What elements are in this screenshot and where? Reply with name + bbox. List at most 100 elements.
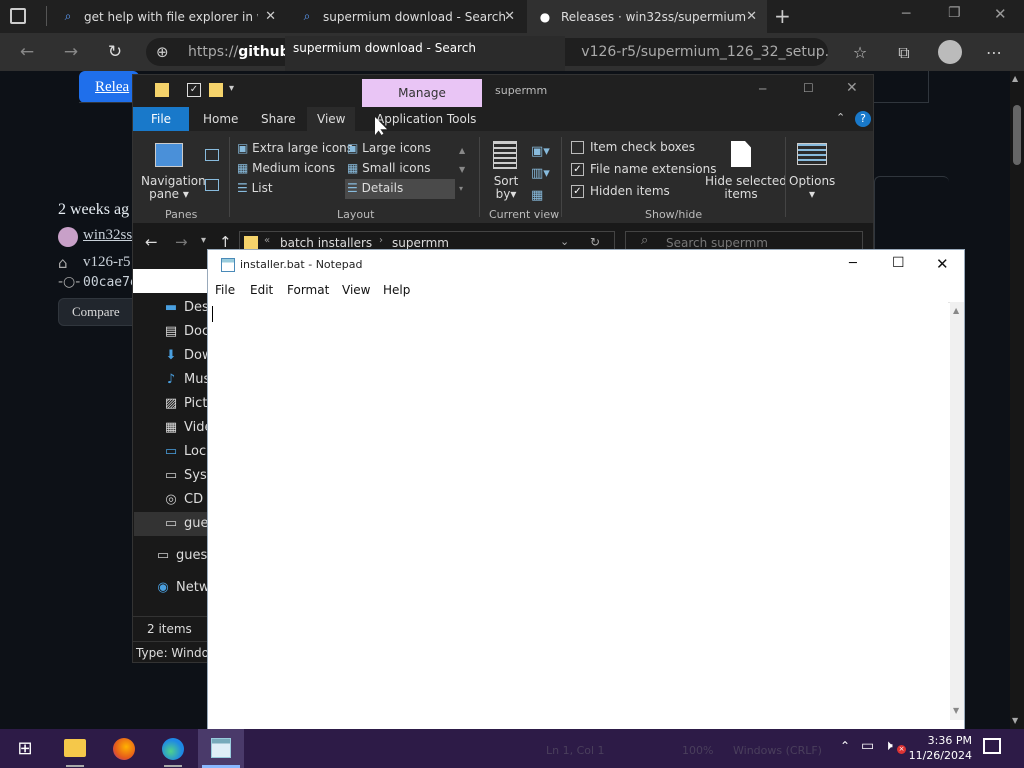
restore-icon[interactable]: ❐: [948, 5, 961, 21]
scroll-down-icon[interactable]: ▼: [953, 706, 959, 715]
back-icon[interactable]: ←: [145, 233, 158, 251]
breadcrumb-batch-installers[interactable]: batch installers: [280, 236, 372, 250]
layout-extra-large-icons[interactable]: ▣ Extra large icons: [237, 141, 353, 155]
layout-details[interactable]: ☰ Details: [345, 179, 455, 199]
maximize-icon[interactable]: ☐: [892, 255, 905, 271]
forward-icon[interactable]: →: [175, 233, 188, 251]
page-scrollbar-thumb[interactable]: [1013, 105, 1021, 165]
close-icon[interactable]: ✕: [265, 9, 276, 24]
properties-icon[interactable]: ✓: [187, 83, 201, 97]
tab-view[interactable]: View: [307, 107, 356, 131]
network-status-icon[interactable]: ▭: [861, 738, 874, 754]
compare-button[interactable]: Compare: [58, 298, 138, 326]
back-icon[interactable]: ←: [16, 41, 38, 63]
scroll-up-icon[interactable]: ▲: [953, 306, 959, 315]
group-by-icon[interactable]: ▣▾ ▥▾ ▦: [531, 141, 550, 207]
sidebar-item-guest[interactable]: ▭ guest: [155, 544, 213, 568]
page-scrollbar[interactable]: [1010, 71, 1024, 729]
close-icon[interactable]: ✕: [936, 255, 949, 273]
edge-taskbar-icon[interactable]: [162, 738, 184, 760]
menu-help[interactable]: Help: [383, 283, 410, 297]
show-hidden-icons-icon[interactable]: ⌃: [840, 739, 850, 753]
close-window-icon[interactable]: ✕: [994, 5, 1007, 23]
preview-pane-icon[interactable]: [205, 149, 219, 161]
menu-edit[interactable]: Edit: [250, 283, 273, 297]
sidebar-item-local-disk[interactable]: ▭ Loc: [163, 440, 206, 464]
manage-tab[interactable]: Manage: [362, 79, 482, 107]
commit-link[interactable]: 00cae7e: [83, 275, 138, 290]
tab-releases[interactable]: ● Releases · win32ss/supermium ✕: [527, 0, 767, 33]
address-dropdown-icon[interactable]: ⌄: [560, 235, 569, 248]
layout-list[interactable]: ☰ List: [237, 181, 273, 195]
tag-link[interactable]: v126-r5: [83, 254, 131, 271]
firefox-taskbar-icon[interactable]: [113, 738, 135, 760]
sidebar-item-system[interactable]: ▭ Sys: [163, 464, 207, 488]
file-explorer-taskbar-icon[interactable]: [64, 739, 86, 757]
favorites-icon[interactable]: ☆: [848, 41, 872, 65]
tab-supermium-search[interactable]: ⌕ supermium download - Search ✕: [289, 0, 525, 33]
close-icon[interactable]: ✕: [746, 9, 757, 24]
tab-home[interactable]: Home: [193, 107, 248, 131]
sidebar-item-pictures[interactable]: ▨ Pict: [163, 392, 208, 416]
breadcrumb-supermm[interactable]: supermm: [392, 236, 449, 250]
minimize-icon[interactable]: ─: [759, 82, 766, 96]
sidebar-item-cd-drive[interactable]: ◎ CD: [163, 488, 203, 512]
details-pane-icon[interactable]: [205, 179, 219, 191]
notifications-icon[interactable]: [983, 738, 1001, 754]
collections-icon[interactable]: ⧉: [892, 41, 916, 65]
volume-muted-icon[interactable]: 🕨: [884, 738, 893, 754]
profile-avatar[interactable]: [938, 40, 962, 64]
refresh-icon[interactable]: ↻: [590, 235, 600, 249]
sidebar-item-desktop[interactable]: ▬ Des: [163, 296, 209, 320]
item-check-boxes-toggle[interactable]: Item check boxes: [571, 140, 695, 154]
notepad-text-area[interactable]: [208, 302, 948, 720]
checkbox-checked[interactable]: ✓: [571, 185, 584, 198]
sidebar-item-documents[interactable]: ▤ Doc: [163, 320, 209, 344]
layout-scroll-arrows-icon[interactable]: ▲ ▼ ▾: [459, 141, 465, 198]
forward-icon[interactable]: →: [60, 41, 82, 63]
tab-file[interactable]: File: [133, 107, 189, 131]
more-options-icon[interactable]: ⋯: [982, 41, 1006, 65]
sidebar-item-guest-selected[interactable]: ▭ gue: [134, 512, 209, 536]
recent-locations-icon[interactable]: ▾: [201, 235, 206, 246]
taskbar-clock[interactable]: 3:36 PM 11/26/2024: [904, 733, 972, 763]
close-icon[interactable]: ✕: [504, 9, 515, 24]
sort-by-button[interactable]: Sort by▾: [491, 175, 521, 201]
hidden-items-toggle[interactable]: ✓ Hidden items: [571, 184, 670, 198]
layout-large-icons[interactable]: ▣ Large icons: [347, 141, 431, 155]
releases-tab[interactable]: Relea: [79, 71, 139, 103]
hide-selected-items-button[interactable]: Hide selected items: [705, 175, 787, 201]
quick-access-dropdown-icon[interactable]: ▾: [229, 83, 234, 94]
checkbox[interactable]: [571, 141, 584, 154]
new-tab-icon[interactable]: +: [774, 5, 794, 27]
layout-medium-icons[interactable]: ▦ Medium icons: [237, 161, 335, 175]
sidebar-item-downloads[interactable]: ⬇ Dow: [163, 344, 213, 368]
tab-help-explorer[interactable]: ⌕ get help with file explorer in win ✕: [50, 0, 286, 33]
notepad-vertical-scrollbar[interactable]: ▲ ▼: [950, 302, 964, 720]
menu-view[interactable]: View: [342, 283, 370, 297]
windows-start-icon[interactable]: ⊞: [2, 729, 48, 768]
author-avatar[interactable]: [58, 227, 78, 247]
scroll-down-icon[interactable]: ▼: [1012, 716, 1018, 725]
scroll-up-icon[interactable]: ▲: [1012, 74, 1018, 83]
checkbox-checked[interactable]: ✓: [571, 163, 584, 176]
notepad-taskbar-button[interactable]: [198, 729, 244, 768]
file-name-extensions-toggle[interactable]: ✓ File name extensions: [571, 162, 717, 176]
minimize-icon[interactable]: ─: [902, 6, 910, 22]
minimize-icon[interactable]: ─: [849, 256, 857, 271]
sidebar-item-music[interactable]: ♪ Mus: [163, 368, 210, 392]
new-folder-icon[interactable]: [209, 83, 223, 97]
author-link[interactable]: win32ss: [83, 227, 132, 244]
layout-small-icons[interactable]: ▦ Small icons: [347, 161, 430, 175]
sidebar-item-videos[interactable]: ▦ Vide: [163, 416, 213, 440]
help-icon[interactable]: ?: [855, 111, 871, 127]
tab-share[interactable]: Share: [251, 107, 306, 131]
refresh-icon[interactable]: ↻: [104, 41, 126, 63]
options-button[interactable]: Options ▾: [789, 175, 835, 201]
collapse-ribbon-icon[interactable]: ⌃: [836, 111, 845, 124]
maximize-icon[interactable]: ☐: [803, 81, 814, 95]
menu-file[interactable]: File: [215, 283, 235, 297]
tab-actions-icon[interactable]: [10, 8, 26, 24]
menu-format[interactable]: Format: [287, 283, 329, 297]
sidebar-item-network[interactable]: ◉ Netw: [155, 576, 209, 600]
